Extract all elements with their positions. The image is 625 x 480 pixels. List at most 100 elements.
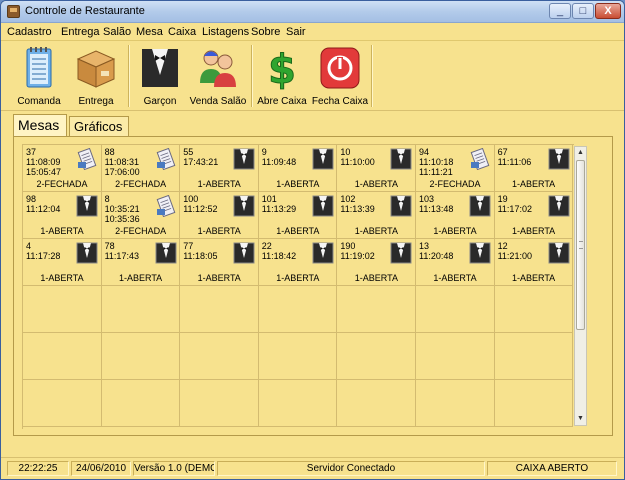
- table-cell[interactable]: 67 11:11:06 1-ABERTA: [494, 145, 574, 192]
- table-cell[interactable]: 12 11:21:00 1-ABERTA: [494, 239, 574, 286]
- main-window: Controle de Restaurante _ □ X Cadastro E…: [0, 0, 625, 480]
- table-cell[interactable]: 55 17:43:21 1-ABERTA: [180, 145, 259, 192]
- table-open-time: 11:21:00: [497, 251, 532, 261]
- table-cell[interactable]: 103 11:13:48 1-ABERTA: [416, 192, 495, 239]
- empty-table-cell: [180, 380, 259, 427]
- menu-salao[interactable]: Salão: [103, 26, 131, 38]
- garcom-button[interactable]: Garçon: [132, 43, 188, 109]
- table-status: 1-ABERTA: [119, 273, 163, 283]
- menu-bar: Cadastro Entrega Salão Mesa Caixa Listag…: [1, 23, 624, 41]
- table-cell[interactable]: 9 11:09:48 1-ABERTA: [258, 145, 338, 192]
- close-button[interactable]: X: [595, 3, 621, 19]
- table-status: 1-ABERTA: [512, 273, 556, 283]
- table-cell[interactable]: 101 11:13:29 1-ABERTA: [258, 192, 338, 239]
- table-cell[interactable]: 190 11:19:02 1-ABERTA: [337, 239, 416, 286]
- waiter-icon: [142, 49, 178, 87]
- waiter-icon: [233, 195, 255, 217]
- empty-table-cell: [23, 286, 102, 333]
- empty-table-cell: [494, 380, 574, 427]
- status-bar: 22:22:25 24/06/2010 Versão 1.0 (DEMO) Se…: [1, 457, 624, 479]
- entrega-button[interactable]: Entrega: [68, 43, 124, 109]
- notepad-icon: [26, 47, 52, 88]
- table-open-time: 11:10:18: [419, 157, 454, 167]
- menu-sobre[interactable]: Sobre: [251, 26, 280, 38]
- table-number: 94: [419, 147, 430, 157]
- table-cell[interactable]: 77 11:18:05 1-ABERTA: [180, 239, 259, 286]
- menu-caixa[interactable]: Caixa: [168, 26, 196, 38]
- table-number: 98: [26, 194, 37, 204]
- tab-mesas[interactable]: Mesas: [13, 114, 67, 137]
- table-cell[interactable]: 102 11:13:39 1-ABERTA: [337, 192, 416, 239]
- abre-caixa-button[interactable]: $ Abre Caixa: [254, 43, 310, 109]
- fecha-caixa-button[interactable]: Fecha Caixa: [312, 43, 368, 109]
- table-close-time: 17:06:00: [104, 167, 140, 177]
- menu-cadastro[interactable]: Cadastro: [7, 26, 52, 38]
- table-cell[interactable]: 19 11:17:02 1-ABERTA: [494, 192, 574, 239]
- table-open-time: 11:13:48: [419, 204, 454, 214]
- table-status: 1-ABERTA: [276, 226, 320, 236]
- empty-table-cell: [337, 286, 416, 333]
- table-status: 1-ABERTA: [40, 226, 84, 236]
- waiter-icon: [548, 195, 570, 217]
- minimize-button[interactable]: _: [549, 3, 571, 19]
- maximize-button[interactable]: □: [572, 3, 594, 19]
- empty-table-cell: [416, 333, 495, 380]
- menu-mesa[interactable]: Mesa: [136, 26, 163, 38]
- waiter-icon: [155, 242, 177, 264]
- receipt-icon: [469, 147, 491, 171]
- table-cell[interactable]: 22 11:18:42 1-ABERTA: [258, 239, 338, 286]
- waiter-icon: [233, 148, 255, 170]
- table-status: 1-ABERTA: [354, 273, 398, 283]
- table-close-time: 15:05:47: [26, 167, 62, 177]
- vertical-scrollbar[interactable]: ▲ ▼: [574, 146, 587, 426]
- table-open-time: 11:13:29: [261, 204, 297, 214]
- waiter-icon: [469, 195, 491, 217]
- entrega-label: Entrega: [78, 96, 114, 107]
- title-bar[interactable]: Controle de Restaurante _ □ X: [1, 1, 624, 23]
- comanda-button[interactable]: Comanda: [11, 43, 67, 109]
- status-time: 22:22:25: [7, 461, 69, 476]
- empty-table-cell: [101, 333, 181, 380]
- window-title: Controle de Restaurante: [25, 5, 145, 17]
- table-cell[interactable]: 88 11:08:31 17:06:00 2-FECHADA: [101, 145, 181, 192]
- table-cell[interactable]: 13 11:20:48 1-ABERTA: [416, 239, 495, 286]
- receipt-icon: [155, 194, 177, 218]
- table-cell[interactable]: 10 11:10:00 1-ABERTA: [337, 145, 416, 192]
- receipt-icon: [155, 147, 177, 171]
- table-cell[interactable]: 78 11:17:43 1-ABERTA: [101, 239, 181, 286]
- empty-table-cell: [101, 380, 181, 427]
- table-cell[interactable]: 98 11:12:04 1-ABERTA: [23, 192, 102, 239]
- venda-salao-button[interactable]: Venda Salão: [190, 43, 246, 109]
- table-open-time: 11:11:06: [497, 157, 532, 167]
- table-cell[interactable]: 37 11:08:09 15:05:47 2-FECHADA: [23, 145, 102, 192]
- waiter-icon: [469, 242, 491, 264]
- scroll-up-arrow[interactable]: ▲: [575, 147, 586, 159]
- empty-table-cell: [23, 380, 102, 427]
- tab-graficos[interactable]: Gráficos: [69, 116, 129, 137]
- menu-entrega[interactable]: Entrega: [61, 26, 100, 38]
- table-number: 102: [340, 194, 356, 204]
- waiter-icon: [548, 148, 570, 170]
- table-open-time: 10:35:21: [104, 204, 140, 214]
- app-icon: [7, 5, 20, 18]
- empty-table-cell: [101, 286, 181, 333]
- table-open-time: 11:09:48: [261, 157, 297, 167]
- menu-listagens[interactable]: Listagens: [202, 26, 249, 38]
- box-icon: [76, 50, 116, 88]
- empty-table-cell: [258, 380, 338, 427]
- receipt-icon: [76, 147, 98, 171]
- table-number: 13: [419, 241, 430, 251]
- waiter-icon: [233, 242, 255, 264]
- empty-table-cell: [23, 333, 102, 380]
- table-number: 12: [497, 241, 508, 251]
- table-cell[interactable]: 8 10:35:21 10:35:36 2-FECHADA: [101, 192, 181, 239]
- scroll-down-arrow[interactable]: ▼: [575, 413, 586, 425]
- table-cell[interactable]: 94 11:10:18 11:11:21 2-FECHADA: [416, 145, 495, 192]
- scroll-thumb[interactable]: [576, 160, 585, 330]
- waiter-icon: [390, 195, 412, 217]
- table-cell[interactable]: 100 11:12:52 1-ABERTA: [180, 192, 259, 239]
- table-cell[interactable]: 4 11:17:28 1-ABERTA: [23, 239, 102, 286]
- menu-sair[interactable]: Sair: [286, 26, 306, 38]
- table-number: 100: [183, 194, 199, 204]
- power-icon: [320, 47, 360, 89]
